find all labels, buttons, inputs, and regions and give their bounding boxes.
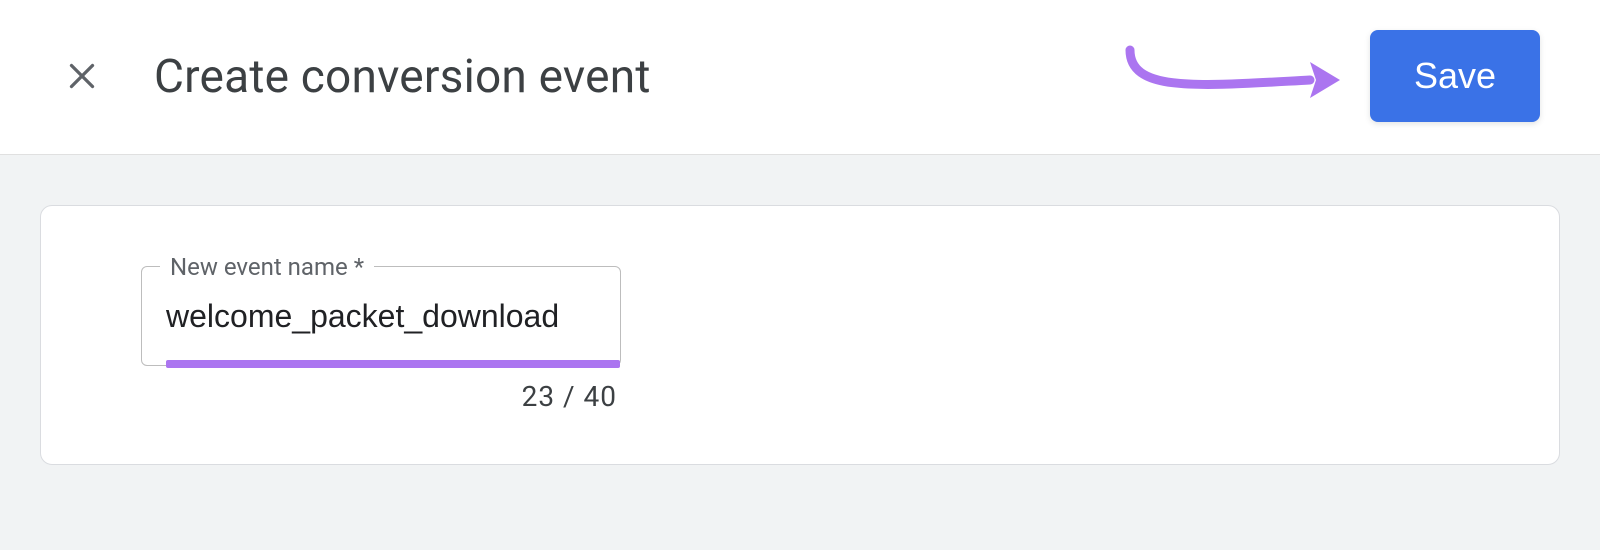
event-name-field[interactable]: New event name * — [141, 266, 621, 366]
page-title: Create conversion event — [154, 50, 651, 104]
annotation-arrow-icon — [1120, 38, 1340, 118]
close-icon — [64, 58, 100, 97]
focus-underline — [166, 360, 620, 368]
close-button[interactable] — [60, 55, 104, 99]
event-name-input[interactable] — [166, 298, 596, 335]
dialog-header: Create conversion event Save — [0, 0, 1600, 155]
event-name-field-wrap: New event name * 23 / 40 — [141, 266, 621, 413]
save-button[interactable]: Save — [1370, 30, 1540, 122]
event-name-label: New event name * — [160, 253, 374, 281]
event-form-card: New event name * 23 / 40 — [40, 205, 1560, 465]
content-area: New event name * 23 / 40 — [0, 155, 1600, 550]
char-count: 23 / 40 — [141, 380, 621, 413]
